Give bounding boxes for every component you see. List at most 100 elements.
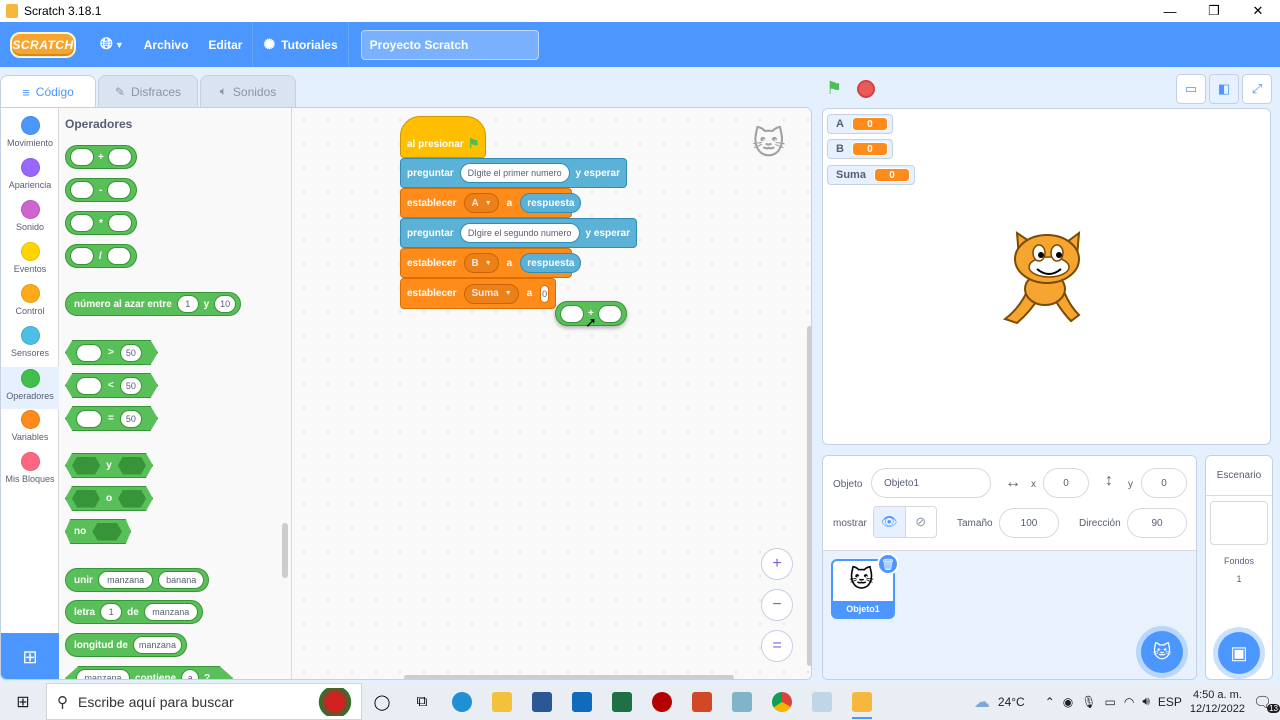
workspace-vertical-scrollbar[interactable]: [807, 326, 811, 666]
variable-dropdown[interactable]: Suma ▼: [464, 283, 519, 304]
sprite-name-input[interactable]: Objeto1: [871, 468, 991, 498]
block-input[interactable]: DIgire el segundo numero: [459, 223, 580, 243]
block-divide[interactable]: /: [65, 244, 137, 268]
word-icon[interactable]: [522, 683, 562, 720]
stop-button[interactable]: [857, 80, 875, 98]
fullscreen-button[interactable]: ⤢: [1242, 74, 1272, 104]
category-sensing[interactable]: Sensores: [1, 326, 59, 368]
when-flag-clicked-block[interactable]: al presionar ⚑: [400, 116, 486, 158]
block-input[interactable]: manzana: [132, 636, 182, 654]
set-variable-block[interactable]: establecer B ▼ a respuesta: [400, 248, 582, 278]
choose-backdrop-button[interactable]: ▣: [1218, 632, 1260, 674]
block-input[interactable]: [70, 181, 94, 199]
category-events[interactable]: Eventos: [1, 242, 59, 284]
block-input[interactable]: 1: [176, 295, 199, 313]
ask-and-wait-block[interactable]: preguntar DIgire el segundo numero y esp…: [400, 218, 637, 248]
chevron-up-icon[interactable]: ⌃: [1045, 695, 1055, 709]
show-sprite-button[interactable]: 👁︎: [874, 507, 906, 537]
task-view-icon[interactable]: ⧉: [402, 683, 442, 720]
block-random[interactable]: número al azar entre 1 y 10: [65, 292, 241, 316]
block-bool-input[interactable]: [117, 456, 146, 475]
variable-dropdown[interactable]: B ▼: [464, 253, 499, 273]
notifications-icon[interactable]: 🗨︎ 13: [1253, 693, 1280, 713]
stage[interactable]: A 0 B 0 Suma 0: [822, 108, 1271, 445]
block-input[interactable]: [70, 148, 94, 166]
block-multiply[interactable]: *: [65, 211, 137, 235]
block-input[interactable]: 1: [100, 603, 123, 621]
zoom-in-button[interactable]: +: [761, 548, 793, 580]
block-input[interactable]: [560, 304, 584, 323]
block-input[interactable]: [597, 304, 622, 323]
zoom-reset-button[interactable]: =: [761, 630, 793, 662]
set-variable-block[interactable]: establecer Suma ▼ a 0: [400, 278, 556, 309]
block-subtract[interactable]: -: [65, 178, 137, 202]
block-input[interactable]: 50: [119, 343, 142, 362]
answer-reporter[interactable]: respuesta: [520, 193, 582, 213]
scratch-cat-sprite[interactable]: [999, 227, 1095, 327]
block-input[interactable]: [107, 148, 132, 166]
block-contains[interactable]: manzana contiene a ?: [65, 666, 233, 679]
category-variables[interactable]: Variables: [1, 410, 59, 452]
close-button[interactable]: ✕: [1236, 0, 1280, 22]
stage-thumbnail[interactable]: [1210, 501, 1268, 545]
palette-scrollbar[interactable]: [282, 523, 288, 578]
size-input[interactable]: 100: [999, 508, 1059, 538]
block-less-than[interactable]: < 50: [65, 373, 158, 398]
project-title-input[interactable]: Proyecto Scratch: [360, 29, 539, 60]
workspace-horizontal-scrollbar[interactable]: [404, 675, 734, 679]
category-control[interactable]: Control: [1, 284, 59, 326]
wifi-icon[interactable]: ◠: [1124, 695, 1134, 709]
category-motion[interactable]: Movimiento: [1, 116, 59, 158]
answer-reporter[interactable]: respuesta: [520, 253, 582, 273]
block-bool-input[interactable]: [72, 489, 100, 508]
block-input[interactable]: [107, 214, 132, 232]
scratch-taskbar-icon[interactable]: [842, 683, 882, 720]
category-my-blocks[interactable]: Mis Bloques: [1, 452, 59, 494]
block-bool-input[interactable]: [92, 522, 122, 541]
recorder-icon[interactable]: [642, 683, 682, 720]
maximize-button[interactable]: ❐: [1192, 0, 1236, 22]
weather-temp[interactable]: 24°C: [998, 695, 1025, 709]
stage-target-pane[interactable]: Escenario Fondos 1 ▣: [1205, 455, 1273, 680]
y-position-input[interactable]: 0: [1141, 468, 1187, 498]
set-variable-block[interactable]: establecer A ▼ a respuesta: [400, 188, 582, 218]
block-and[interactable]: y: [65, 453, 153, 478]
edge-icon[interactable]: [442, 683, 482, 720]
block-input[interactable]: [106, 247, 131, 265]
block-not[interactable]: no: [65, 519, 131, 544]
small-stage-button[interactable]: ▭: [1176, 74, 1206, 104]
paint-icon[interactable]: [802, 683, 842, 720]
menu-file[interactable]: Archivo: [134, 22, 199, 67]
block-join[interactable]: unir manzana banana: [65, 568, 209, 592]
add-extension-button[interactable]: ⊞: [1, 633, 59, 679]
block-add[interactable]: +: [65, 145, 137, 169]
cortana-icon[interactable]: ◯: [362, 683, 402, 720]
excel-icon[interactable]: [602, 683, 642, 720]
block-input[interactable]: [70, 247, 94, 265]
block-input[interactable]: 50: [119, 376, 142, 395]
chrome-icon[interactable]: [762, 683, 802, 720]
block-length-of[interactable]: longitud de manzana: [65, 633, 187, 657]
green-flag-button[interactable]: ⚑: [826, 78, 846, 98]
choose-sprite-button[interactable]: 🐱︎: [1141, 631, 1183, 673]
battery-icon[interactable]: ▭: [1104, 695, 1115, 709]
block-bool-input[interactable]: [118, 489, 146, 508]
block-letter-of[interactable]: letra 1 de manzana: [65, 600, 203, 624]
block-input[interactable]: banana: [158, 571, 204, 589]
category-sound[interactable]: Sonido: [1, 200, 59, 242]
zoom-out-button[interactable]: −: [761, 589, 793, 621]
tab-code[interactable]: ≡ Código: [0, 75, 96, 108]
hide-sprite-button[interactable]: ⊘: [906, 507, 937, 537]
block-input[interactable]: manzana: [97, 571, 154, 589]
block-input[interactable]: a: [181, 669, 200, 679]
block-input[interactable]: [107, 181, 132, 199]
block-bool-input[interactable]: [72, 456, 101, 475]
volume-icon[interactable]: 🔊︎: [1142, 694, 1150, 709]
minimize-button[interactable]: —: [1148, 0, 1192, 22]
category-operators[interactable]: Operadores: [1, 367, 59, 409]
mail-icon[interactable]: [562, 683, 602, 720]
block-or[interactable]: o: [65, 486, 153, 511]
block-input[interactable]: manzana: [76, 669, 130, 679]
block-input[interactable]: [76, 343, 102, 362]
tab-sounds[interactable]: 🔈︎ Sonidos: [200, 75, 296, 108]
